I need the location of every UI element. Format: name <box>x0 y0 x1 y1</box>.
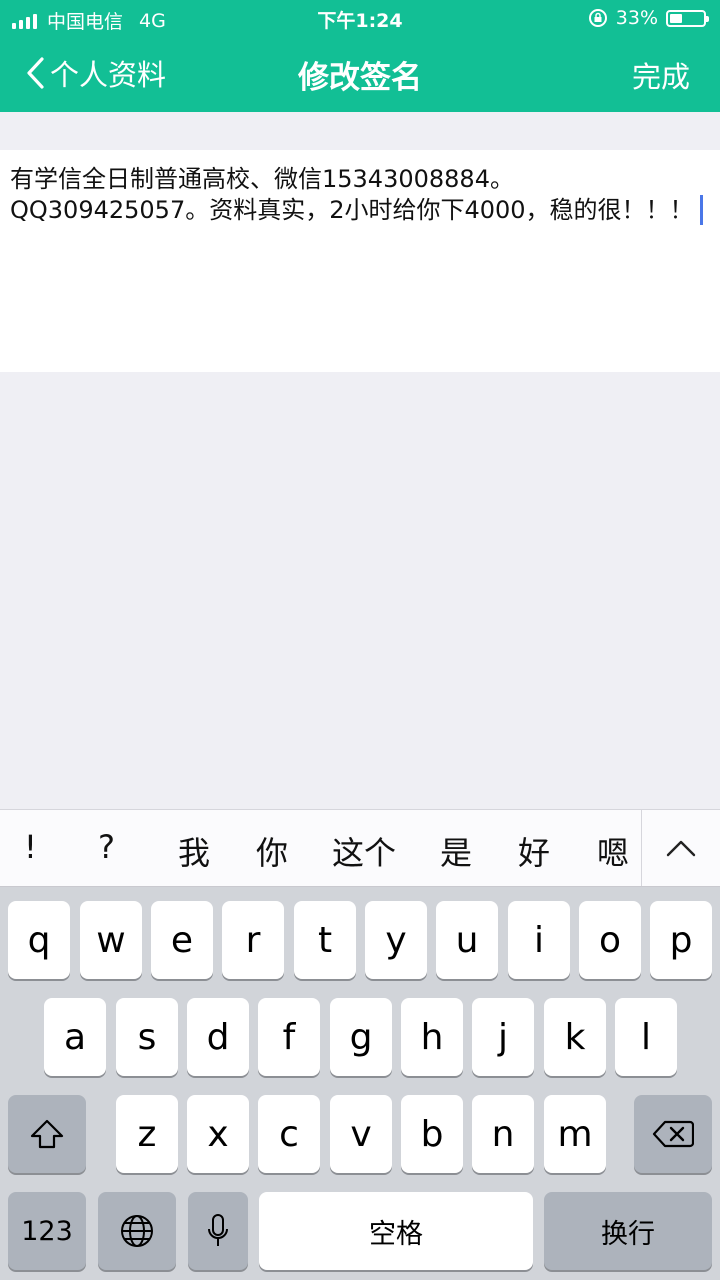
battery-percent: 33% <box>615 7 658 29</box>
globe-key[interactable] <box>98 1192 176 1270</box>
key-q[interactable]: q <box>8 901 70 979</box>
key-t[interactable]: t <box>294 901 356 979</box>
key-u[interactable]: u <box>436 901 498 979</box>
signature-text: 有学信全日制普通高校、微信15343008884。QQ309425057。资料真… <box>10 165 694 224</box>
key-k[interactable]: k <box>544 998 606 1076</box>
key-b[interactable]: b <box>401 1095 463 1173</box>
done-button[interactable]: 完成 <box>632 54 690 96</box>
key-l[interactable]: l <box>615 998 677 1076</box>
shift-icon <box>30 1119 64 1149</box>
battery-icon <box>666 9 709 27</box>
key-w[interactable]: w <box>80 901 142 979</box>
suggestion-item[interactable]: 我 <box>178 828 210 874</box>
key-r[interactable]: r <box>222 901 284 979</box>
key-d[interactable]: d <box>187 998 249 1076</box>
chevron-up-icon <box>666 840 696 857</box>
key-p[interactable]: p <box>650 901 712 979</box>
signature-text-area[interactable]: 有学信全日制普通高校、微信15343008884。QQ309425057。资料真… <box>0 150 720 372</box>
backspace-key[interactable] <box>634 1095 712 1173</box>
key-o[interactable]: o <box>579 901 641 979</box>
suggestion-item[interactable]: 好 <box>518 828 550 874</box>
status-bar: 中国电信 4G 下午1:24 33% <box>0 0 720 36</box>
navigation-bar: 个人资料 修改签名 完成 <box>0 36 720 112</box>
key-i[interactable]: i <box>508 901 570 979</box>
key-c[interactable]: c <box>258 1095 320 1173</box>
key-h[interactable]: h <box>401 998 463 1076</box>
key-v[interactable]: v <box>330 1095 392 1173</box>
key-j[interactable]: j <box>472 998 534 1076</box>
key-s[interactable]: s <box>116 998 178 1076</box>
return-key[interactable]: 换行 <box>544 1192 712 1270</box>
key-g[interactable]: g <box>330 998 392 1076</box>
shift-key[interactable] <box>8 1095 86 1173</box>
numbers-key[interactable]: 123 <box>8 1192 86 1270</box>
suggestion-bar: ! ? 我 你 这个 是 好 嗯 <box>0 809 720 887</box>
rotation-lock-icon <box>588 9 607 27</box>
key-a[interactable]: a <box>44 998 106 1076</box>
globe-icon <box>121 1215 153 1247</box>
suggestion-item[interactable]: ! <box>24 828 37 866</box>
microphone-icon <box>208 1214 228 1246</box>
backspace-icon <box>652 1120 694 1148</box>
dictation-key[interactable] <box>188 1192 248 1270</box>
key-n[interactable]: n <box>472 1095 534 1173</box>
key-z[interactable]: z <box>116 1095 178 1173</box>
key-f[interactable]: f <box>258 998 320 1076</box>
key-y[interactable]: y <box>365 901 427 979</box>
suggestion-item[interactable]: 你 <box>256 828 288 874</box>
suggestion-item[interactable]: 是 <box>440 828 472 874</box>
suggestion-item[interactable]: 这个 <box>332 828 396 874</box>
suggestion-item[interactable]: 嗯 <box>597 828 629 874</box>
key-m[interactable]: m <box>544 1095 606 1173</box>
text-cursor <box>699 195 703 225</box>
expand-suggestions-button[interactable] <box>641 810 720 886</box>
key-x[interactable]: x <box>187 1095 249 1173</box>
key-e[interactable]: e <box>151 901 213 979</box>
space-key[interactable]: 空格 <box>259 1192 533 1270</box>
suggestion-item[interactable]: ? <box>98 828 115 866</box>
page-title: 修改签名 <box>298 60 422 96</box>
keyboard: q w e r t y u i o p a s d f g h j k l z … <box>0 887 720 1280</box>
